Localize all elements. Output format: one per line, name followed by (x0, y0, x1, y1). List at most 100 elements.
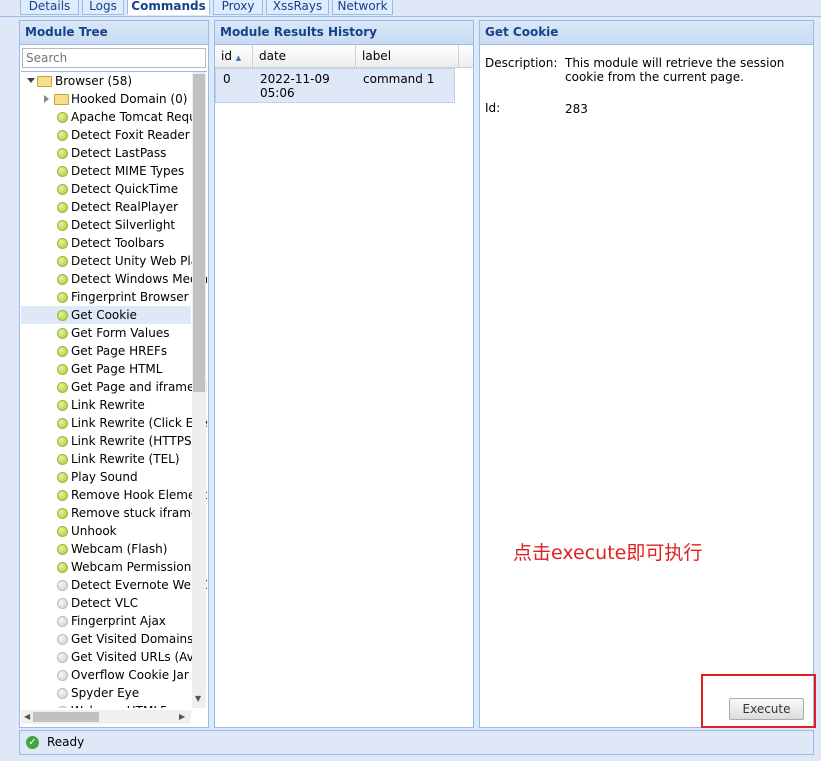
tree-node-module[interactable]: Fingerprint Browser (21, 288, 191, 306)
status-grey-icon (57, 688, 68, 699)
tab-network[interactable]: Network (332, 0, 393, 15)
tree-node-module[interactable]: Apache Tomcat Reque (21, 108, 204, 126)
tree-node-module[interactable]: Detect Evernote Web C (21, 576, 207, 594)
tree-node-label: Overflow Cookie Jar (71, 668, 189, 682)
tree-node-module[interactable]: Detect Toolbars (21, 234, 191, 252)
tree-node-label: Detect QuickTime (71, 182, 179, 196)
description-label: Description: (485, 56, 558, 70)
status-green-icon (57, 364, 68, 375)
tree-node-module[interactable]: Detect Foxit Reader (21, 126, 191, 144)
tree-node-label: Get Page HTML (71, 362, 163, 376)
tree-node-browser[interactable]: Browser (58) (21, 72, 191, 90)
tree-node-module[interactable]: Detect LastPass (21, 144, 191, 162)
tree-node-module[interactable]: Get Form Values (21, 324, 191, 342)
tree-node-label: Detect Unity Web Play (71, 254, 206, 268)
status-green-icon (57, 454, 68, 465)
tree-node-module[interactable]: Get Visited Domains (21, 630, 194, 648)
tree-node-label: Link Rewrite (Click Eve (71, 416, 207, 430)
tab-details[interactable]: Details (20, 0, 79, 15)
tree-node-module[interactable]: Webcam (Flash) (21, 540, 191, 558)
status-green-icon (57, 220, 68, 231)
tree-node-label: Detect LastPass (71, 146, 167, 160)
table-row[interactable]: 0 2022-11-09 05:06 command 1 (215, 68, 455, 103)
scrollbar-thumb[interactable] (33, 712, 99, 722)
tree-node-module[interactable]: Remove Hook Element (21, 486, 207, 504)
module-tree-panel: Module Tree Browser (58) Hooked Domain (… (19, 20, 209, 728)
tree-node-module[interactable]: Spyder Eye (21, 684, 191, 702)
tree-node-label: Detect VLC (71, 596, 139, 610)
status-green-icon (57, 490, 68, 501)
expand-arrow-icon[interactable] (27, 78, 35, 83)
cell-date: 2022-11-09 05:06 (260, 72, 330, 100)
status-green-icon (57, 112, 68, 123)
tree-node-module[interactable]: Webcam HTML5 (21, 702, 191, 708)
tree-node-label: Get Page HREFs (71, 344, 168, 358)
tree-node-module[interactable]: Remove stuck iframe (21, 504, 198, 522)
tab-proxy[interactable]: Proxy (213, 0, 263, 15)
tree-node-module[interactable]: Webcam Permission C (21, 558, 204, 576)
tree-node-label: Get Visited Domains (71, 632, 194, 646)
tree-node-label: Fingerprint Browser (71, 290, 189, 304)
tree-horizontal-scrollbar[interactable]: ◀ ▶ (21, 710, 191, 724)
tree-node-module[interactable]: Overflow Cookie Jar (21, 666, 191, 684)
tree-node-label: Detect Toolbars (71, 236, 165, 250)
scroll-left-icon[interactable]: ◀ (24, 712, 30, 721)
tree-node-module[interactable]: Detect VLC (21, 594, 191, 612)
tree-node-label: Detect Windows Media (71, 272, 207, 286)
tree-node-module[interactable]: Get Visited URLs (Ava (21, 648, 201, 666)
column-header-id[interactable]: id ▲ (215, 45, 253, 67)
tree-node-module[interactable]: Fingerprint Ajax (21, 612, 191, 630)
column-header-label[interactable]: label (356, 45, 459, 67)
status-green-icon (57, 526, 68, 537)
tree-node-label: Detect Foxit Reader (71, 128, 190, 142)
grid-header: id ▲ date label (215, 45, 473, 68)
tree-node-label: Play Sound (71, 470, 138, 484)
cell-label: command 1 (363, 72, 435, 86)
tree-node-module[interactable]: Get Page HTML (21, 360, 191, 378)
status-green-icon (57, 148, 68, 159)
status-green-icon (57, 436, 68, 447)
tree-node-module[interactable]: Get Page HREFs (21, 342, 191, 360)
tree-node-module[interactable]: Get Page and iframe H (21, 378, 207, 396)
sort-asc-icon: ▲ (235, 54, 242, 62)
scrollbar-thumb[interactable] (193, 74, 205, 392)
status-grey-icon (57, 598, 68, 609)
tab-commands[interactable]: Commands (127, 0, 210, 15)
tab-logs[interactable]: Logs (82, 0, 124, 15)
tree-node-hooked-domain[interactable]: Hooked Domain (0) (21, 90, 191, 108)
tree-node-module[interactable]: Detect MIME Types (21, 162, 191, 180)
tree-node-module[interactable]: Link Rewrite (HTTPS) (21, 432, 196, 450)
tree-vertical-scrollbar[interactable]: ▼ (192, 72, 206, 708)
tree-node-module[interactable]: Get Cookie (21, 306, 191, 324)
tree-node-module[interactable]: Detect Windows Media (21, 270, 207, 288)
column-header-date[interactable]: date (253, 45, 356, 67)
tree-node-module[interactable]: Detect Unity Web Play (21, 252, 205, 270)
status-green-icon (57, 346, 68, 357)
status-grey-icon (57, 670, 68, 681)
tree-node-module[interactable]: Detect Silverlight (21, 216, 191, 234)
tree-node-module[interactable]: Link Rewrite (Click Eve (21, 414, 207, 432)
tree-node-label: Get Form Values (71, 326, 170, 340)
status-green-icon (57, 562, 68, 573)
status-grey-icon (57, 634, 68, 645)
execute-button[interactable]: Execute (729, 698, 804, 720)
tree-node-label: Spyder Eye (71, 686, 140, 700)
tree-node-module[interactable]: Link Rewrite (TEL) (21, 450, 191, 468)
tree-node-module[interactable]: Play Sound (21, 468, 191, 486)
module-detail-title: Get Cookie (480, 21, 813, 45)
scroll-right-icon[interactable]: ▶ (179, 712, 185, 721)
tree-node-label: Detect RealPlayer (71, 200, 179, 214)
column-label: id (221, 49, 232, 63)
tab-xssrays[interactable]: XssRays (266, 0, 329, 15)
tree-node-module[interactable]: Link Rewrite (21, 396, 191, 414)
tree-node-module[interactable]: Detect QuickTime (21, 180, 191, 198)
id-value: 283 (565, 102, 588, 116)
tree-node-module[interactable]: Detect RealPlayer (21, 198, 191, 216)
tree-node-module[interactable]: Unhook (21, 522, 191, 540)
scroll-down-icon[interactable]: ▼ (195, 694, 201, 703)
collapse-arrow-icon[interactable] (44, 95, 49, 103)
search-input[interactable] (22, 48, 206, 68)
tree-node-label: Get Cookie (71, 308, 137, 322)
description-value: This module will retrieve the session co… (565, 56, 785, 84)
tree-node-label: Remove Hook Element (71, 488, 207, 502)
